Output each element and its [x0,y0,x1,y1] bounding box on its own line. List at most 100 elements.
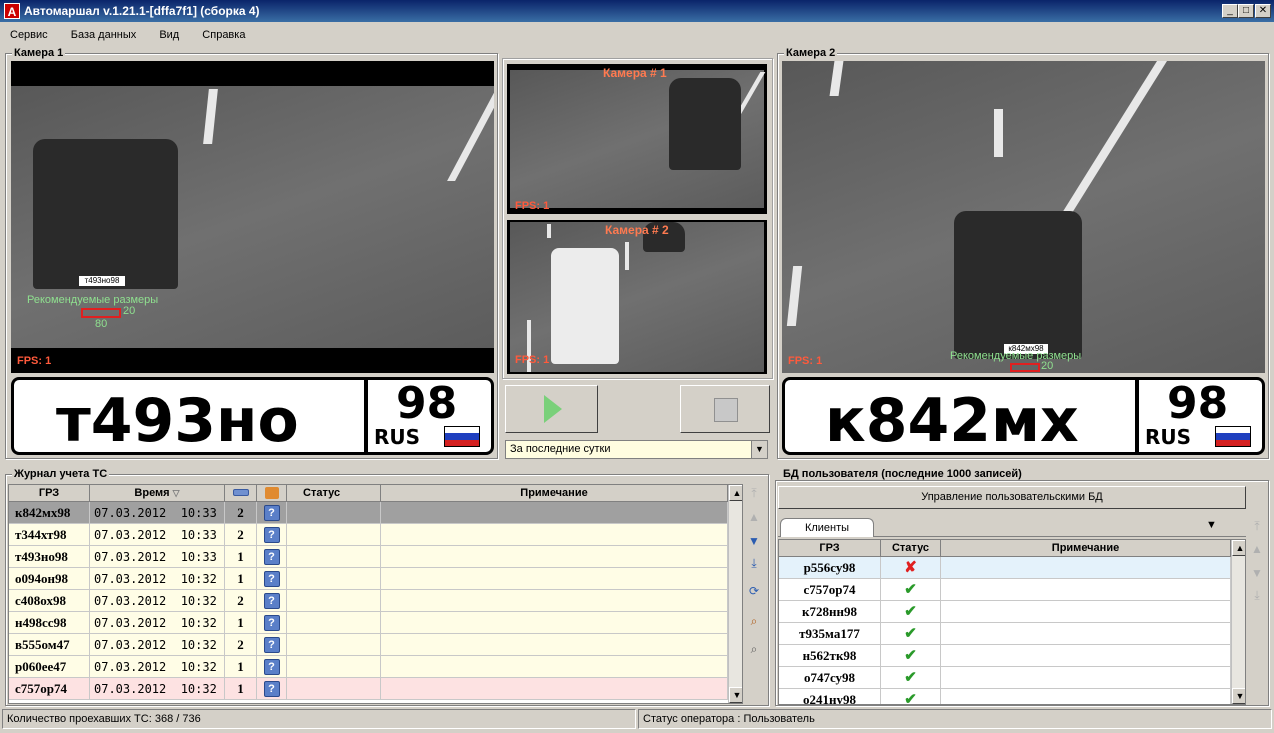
table-row[interactable]: н562тк98 ✔ [779,645,1231,667]
row-time: 07.03.2012 10:33 [90,502,225,524]
log-col-image[interactable] [257,485,287,502]
search-icon[interactable]: ⌕ [745,612,763,630]
row-note [381,546,728,568]
table-row[interactable]: о241ну98 ✔ [779,689,1231,704]
table-row[interactable]: т344хт98 07.03.2012 10:33 2? [9,524,728,546]
last-record-icon[interactable]: ⤓ [745,554,763,572]
row-info[interactable]: ? [257,612,287,634]
tab-clients[interactable]: Клиенты [780,518,874,537]
row-note [941,601,1231,623]
row-info[interactable]: ? [257,590,287,612]
scroll-down-icon[interactable]: ▼ [1232,688,1245,704]
last-record-icon[interactable]: ⤓ [1248,586,1266,604]
minimize-button[interactable]: _ [1222,4,1238,18]
help-icon[interactable]: ? [263,549,280,566]
table-row[interactable]: р556су98 ✘ [779,557,1231,579]
log-col-count[interactable] [225,485,257,502]
period-select[interactable]: За последние сутки ▼ [505,440,768,459]
db-scrollbar[interactable]: ▲ ▼ [1231,540,1245,704]
row-info[interactable]: ? [257,502,287,524]
stop-icon [714,398,738,422]
filter-icon[interactable]: ⌕ [745,640,763,658]
next-record-icon[interactable]: ▼ [1248,564,1266,582]
help-icon[interactable]: ? [263,505,280,522]
row-status: ✔ [881,645,941,667]
table-row[interactable]: с757ор74 ✔ [779,579,1231,601]
row-info[interactable]: ? [257,568,287,590]
help-icon[interactable]: ? [263,637,280,654]
row-info[interactable]: ? [257,524,287,546]
close-button[interactable]: ✕ [1255,4,1271,18]
russia-flag-icon [1215,426,1251,447]
menu-help[interactable]: Справка [192,22,255,42]
help-icon[interactable]: ? [263,659,280,676]
stop-button[interactable] [680,385,770,433]
row-info[interactable]: ? [257,546,287,568]
table-row[interactable]: к728нн98 ✔ [779,601,1231,623]
table-row[interactable]: в555ом47 07.03.2012 10:32 2? [9,634,728,656]
db-col-grz[interactable]: ГРЗ [779,540,881,557]
db-col-status[interactable]: Статус [881,540,941,557]
vehicle-image [33,139,178,289]
table-row[interactable]: с757ор74 07.03.2012 10:32 1? [9,678,728,700]
camera2-view[interactable]: к842мх98 Рекомендуемые размеры 20 FPS: 1 [782,61,1265,373]
help-icon[interactable]: ? [263,615,280,632]
camera1-view[interactable]: т493но98 Рекомендуемые размеры 20 80 FPS… [11,61,494,373]
log-table[interactable]: ГРЗ Время ▽ Статус Примечание к842мх98 07… [8,484,743,704]
row-status: ✔ [881,623,941,645]
log-col-status[interactable]: Статус [287,485,381,502]
period-select-value: За последние сутки [510,443,611,455]
menu-view[interactable]: Вид [149,22,189,42]
next-record-icon[interactable]: ▼ [745,532,763,550]
log-col-grz[interactable]: ГРЗ [9,485,90,502]
prev-record-icon[interactable]: ▲ [745,508,763,526]
row-info[interactable]: ? [257,678,287,700]
log-col-note[interactable]: Примечание [381,485,728,502]
preview-camera2[interactable]: Камера # 2 FPS: 1 [507,220,767,374]
row-note [941,623,1231,645]
row-info[interactable]: ? [257,656,287,678]
maximize-button[interactable]: □ [1238,4,1254,18]
db-col-note[interactable]: Примечание [941,540,1231,557]
table-row[interactable]: т493но98 07.03.2012 10:33 1? [9,546,728,568]
help-icon[interactable]: ? [263,571,280,588]
menu-service[interactable]: Сервис [0,22,58,42]
row-grz: т344хт98 [9,524,90,546]
table-row[interactable]: о747су98 ✔ [779,667,1231,689]
refresh-icon[interactable]: ⟳ [745,582,763,600]
scroll-down-icon[interactable]: ▼ [729,687,742,703]
first-record-icon[interactable]: ⤒ [1248,517,1266,535]
tab-menu-icon[interactable]: ▼ [1206,519,1217,531]
row-time: 07.03.2012 10:32 [90,634,225,656]
help-icon[interactable]: ? [263,593,280,610]
row-count: 2 [225,524,257,546]
check-icon: ✔ [904,669,917,686]
chevron-down-icon[interactable]: ▼ [751,441,767,458]
help-icon[interactable]: ? [263,681,280,698]
menu-database[interactable]: База данных [61,22,147,42]
db-table[interactable]: ГРЗ Статус Примечание р556су98 ✘ с757ор74 ✔… [778,539,1246,705]
table-row[interactable]: т935ма177 ✔ [779,623,1231,645]
table-row[interactable]: н498сс98 07.03.2012 10:32 1? [9,612,728,634]
table-row[interactable]: о094он98 07.03.2012 10:32 1? [9,568,728,590]
prev-record-icon[interactable]: ▲ [1248,540,1266,558]
table-row[interactable]: к842мх98 07.03.2012 10:33 2? [9,502,728,524]
table-row[interactable]: р060ее47 07.03.2012 10:32 1? [9,656,728,678]
row-count: 1 [225,612,257,634]
preview-camera1[interactable]: Камера # 1 FPS: 1 [507,64,767,214]
camera2-rec-height: 20 [1041,360,1054,372]
table-row[interactable]: с408ох98 07.03.2012 10:32 2? [9,590,728,612]
help-icon[interactable]: ? [263,527,280,544]
play-button[interactable] [505,385,598,433]
manage-db-button[interactable]: Управление пользовательскими БД [778,486,1246,509]
play-icon [544,395,562,423]
camera1-plate-number: т493но [56,386,299,455]
first-record-icon[interactable]: ⤒ [745,484,763,502]
row-count: 1 [225,678,257,700]
row-info[interactable]: ? [257,634,287,656]
scroll-up-icon[interactable]: ▲ [1232,540,1245,556]
log-col-time[interactable]: Время ▽ [90,485,225,502]
log-scrollbar[interactable]: ▲ ▼ [728,485,742,703]
scroll-up-icon[interactable]: ▲ [729,485,742,501]
row-status: ✘ [881,557,941,579]
